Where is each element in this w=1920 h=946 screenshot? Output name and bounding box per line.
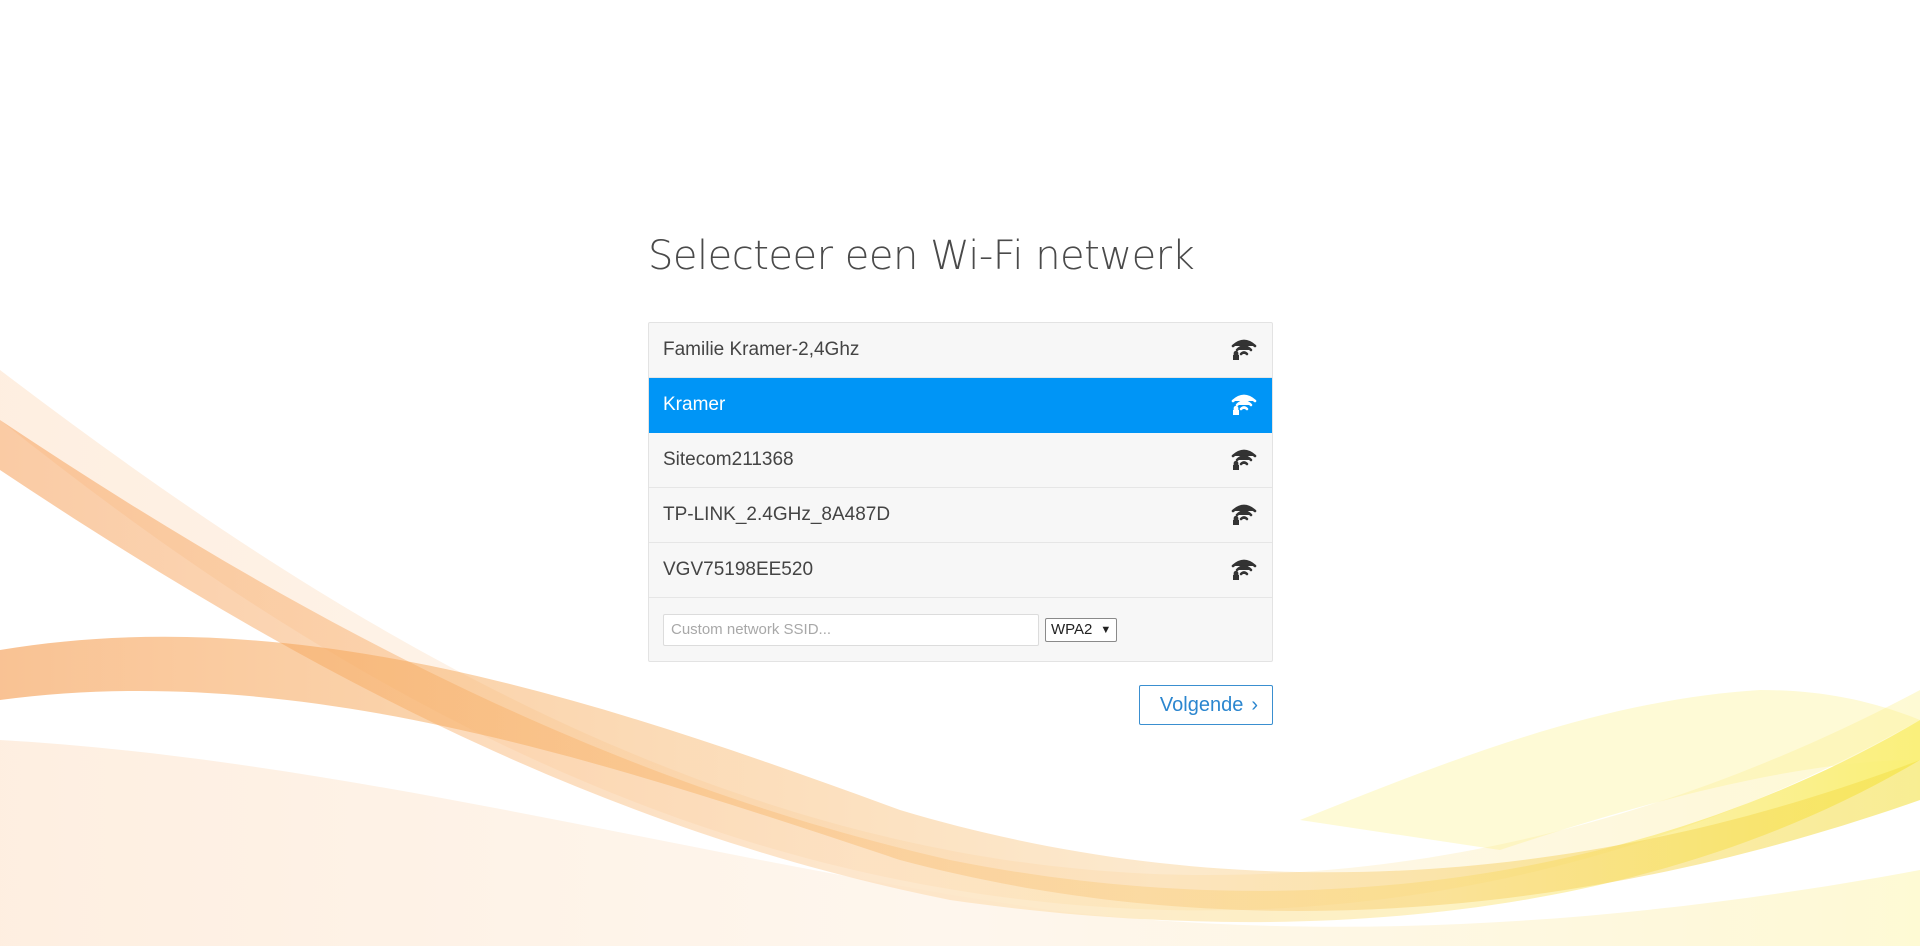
custom-network-row: WPA2 ▼ bbox=[649, 598, 1272, 661]
wifi-select-panel: Selecteer een Wi-Fi netwerk Familie Kram… bbox=[648, 226, 1273, 725]
page: Selecteer een Wi-Fi netwerk Familie Kram… bbox=[0, 0, 1920, 946]
network-row[interactable]: TP-LINK_2.4GHz_8A487D bbox=[649, 488, 1272, 543]
wifi-lock-icon bbox=[1230, 502, 1258, 528]
actions-bar: Volgende › bbox=[648, 685, 1273, 725]
page-title: Selecteer een Wi-Fi netwerk bbox=[648, 233, 1195, 279]
network-list: Familie Kramer-2,4Ghz Kramer Sitecom2113… bbox=[648, 322, 1273, 662]
network-ssid: Familie Kramer-2,4Ghz bbox=[663, 339, 860, 360]
next-button[interactable]: Volgende › bbox=[1138, 685, 1273, 725]
network-row[interactable]: VGV75198EE520 bbox=[649, 543, 1272, 598]
network-row-selected[interactable]: Kramer bbox=[649, 378, 1272, 433]
network-ssid: Sitecom211368 bbox=[663, 449, 794, 470]
network-row[interactable]: Sitecom211368 bbox=[649, 433, 1272, 488]
network-ssid: TP-LINK_2.4GHz_8A487D bbox=[663, 504, 891, 525]
security-select[interactable]: WPA2 ▼ bbox=[1045, 617, 1118, 642]
security-select-value: WPA2 bbox=[1051, 621, 1093, 638]
next-button-label: Volgende bbox=[1159, 693, 1244, 716]
chevron-right-icon: › bbox=[1251, 693, 1258, 716]
network-ssid: Kramer bbox=[663, 394, 726, 415]
wifi-lock-icon bbox=[1230, 392, 1258, 418]
wifi-lock-icon bbox=[1230, 337, 1258, 363]
network-row[interactable]: Familie Kramer-2,4Ghz bbox=[649, 323, 1272, 378]
network-ssid: VGV75198EE520 bbox=[663, 559, 814, 580]
dropdown-arrow-icon: ▼ bbox=[1100, 623, 1112, 636]
custom-ssid-input[interactable] bbox=[663, 613, 1039, 646]
wifi-lock-icon bbox=[1230, 557, 1258, 583]
wifi-lock-icon bbox=[1230, 447, 1258, 473]
